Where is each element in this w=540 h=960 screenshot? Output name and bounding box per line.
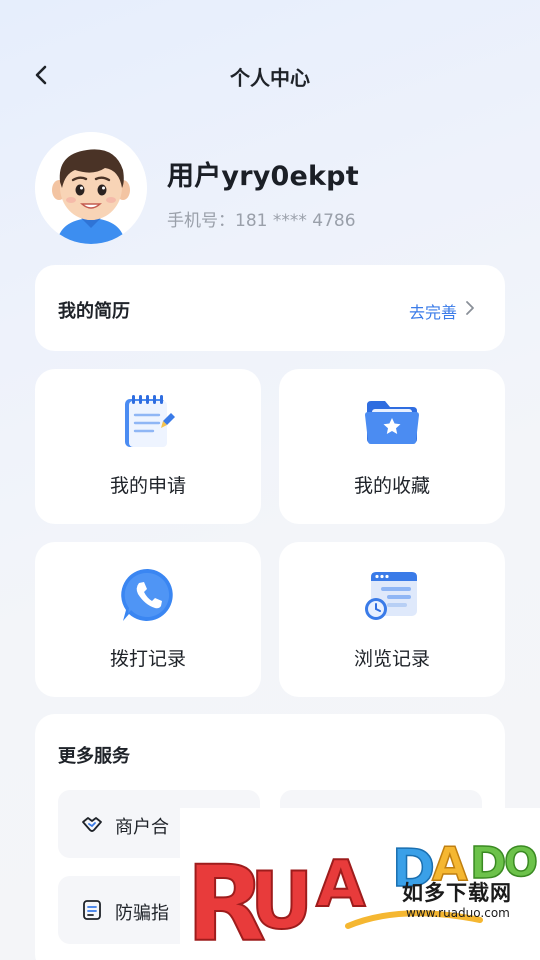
watermark-url: www.ruaduo.com: [406, 906, 510, 920]
username: 用户yry0ekpt: [167, 161, 359, 192]
my-resume-row[interactable]: 我的简历 去完善: [35, 265, 505, 351]
browser-clock-icon: [365, 572, 417, 620]
tile-call-history[interactable]: 拨打记录: [35, 542, 261, 697]
notepad-pen-icon: [125, 395, 175, 447]
tile-label: 浏览记录: [353, 648, 430, 670]
tile-my-applications[interactable]: 我的申请: [35, 369, 261, 524]
star-folder-icon: [365, 401, 419, 444]
complete-resume-link[interactable]: 去完善: [409, 299, 457, 323]
svg-text:U: U: [250, 857, 313, 947]
service-label: 商户合: [115, 817, 169, 838]
resume-label: 我的简历: [58, 301, 130, 322]
handshake-icon: [82, 817, 102, 832]
service-label: 防骗指: [115, 903, 169, 924]
tile-label: 拨打记录: [109, 648, 186, 670]
profile-section: 用户yry0ekpt 手机号：181 **** 4786: [35, 132, 505, 244]
tile-label: 我的收藏: [353, 475, 430, 497]
top-navigation-bar: 个人中心: [0, 50, 540, 100]
watermark-overlay: R U A D A D O 如多下载网 www.ruaduo.com: [180, 808, 540, 960]
more-services-title: 更多服务: [58, 742, 158, 770]
phone-bubble-icon: [121, 568, 173, 621]
tile-my-favorites[interactable]: 我的收藏: [279, 369, 505, 524]
tile-browse-history[interactable]: 浏览记录: [279, 542, 505, 697]
page-title: 个人中心: [230, 66, 310, 90]
tile-label: 我的申请: [109, 475, 186, 497]
cartoon-avatar-icon: [35, 132, 147, 244]
chevron-right-icon: [466, 301, 474, 315]
phone-number: 手机号：181 **** 4786: [167, 211, 356, 231]
avatar[interactable]: [35, 132, 147, 244]
document-icon: [83, 900, 101, 920]
svg-text:A: A: [316, 848, 366, 922]
watermark-chinese-text: 如多下载网: [402, 881, 512, 905]
